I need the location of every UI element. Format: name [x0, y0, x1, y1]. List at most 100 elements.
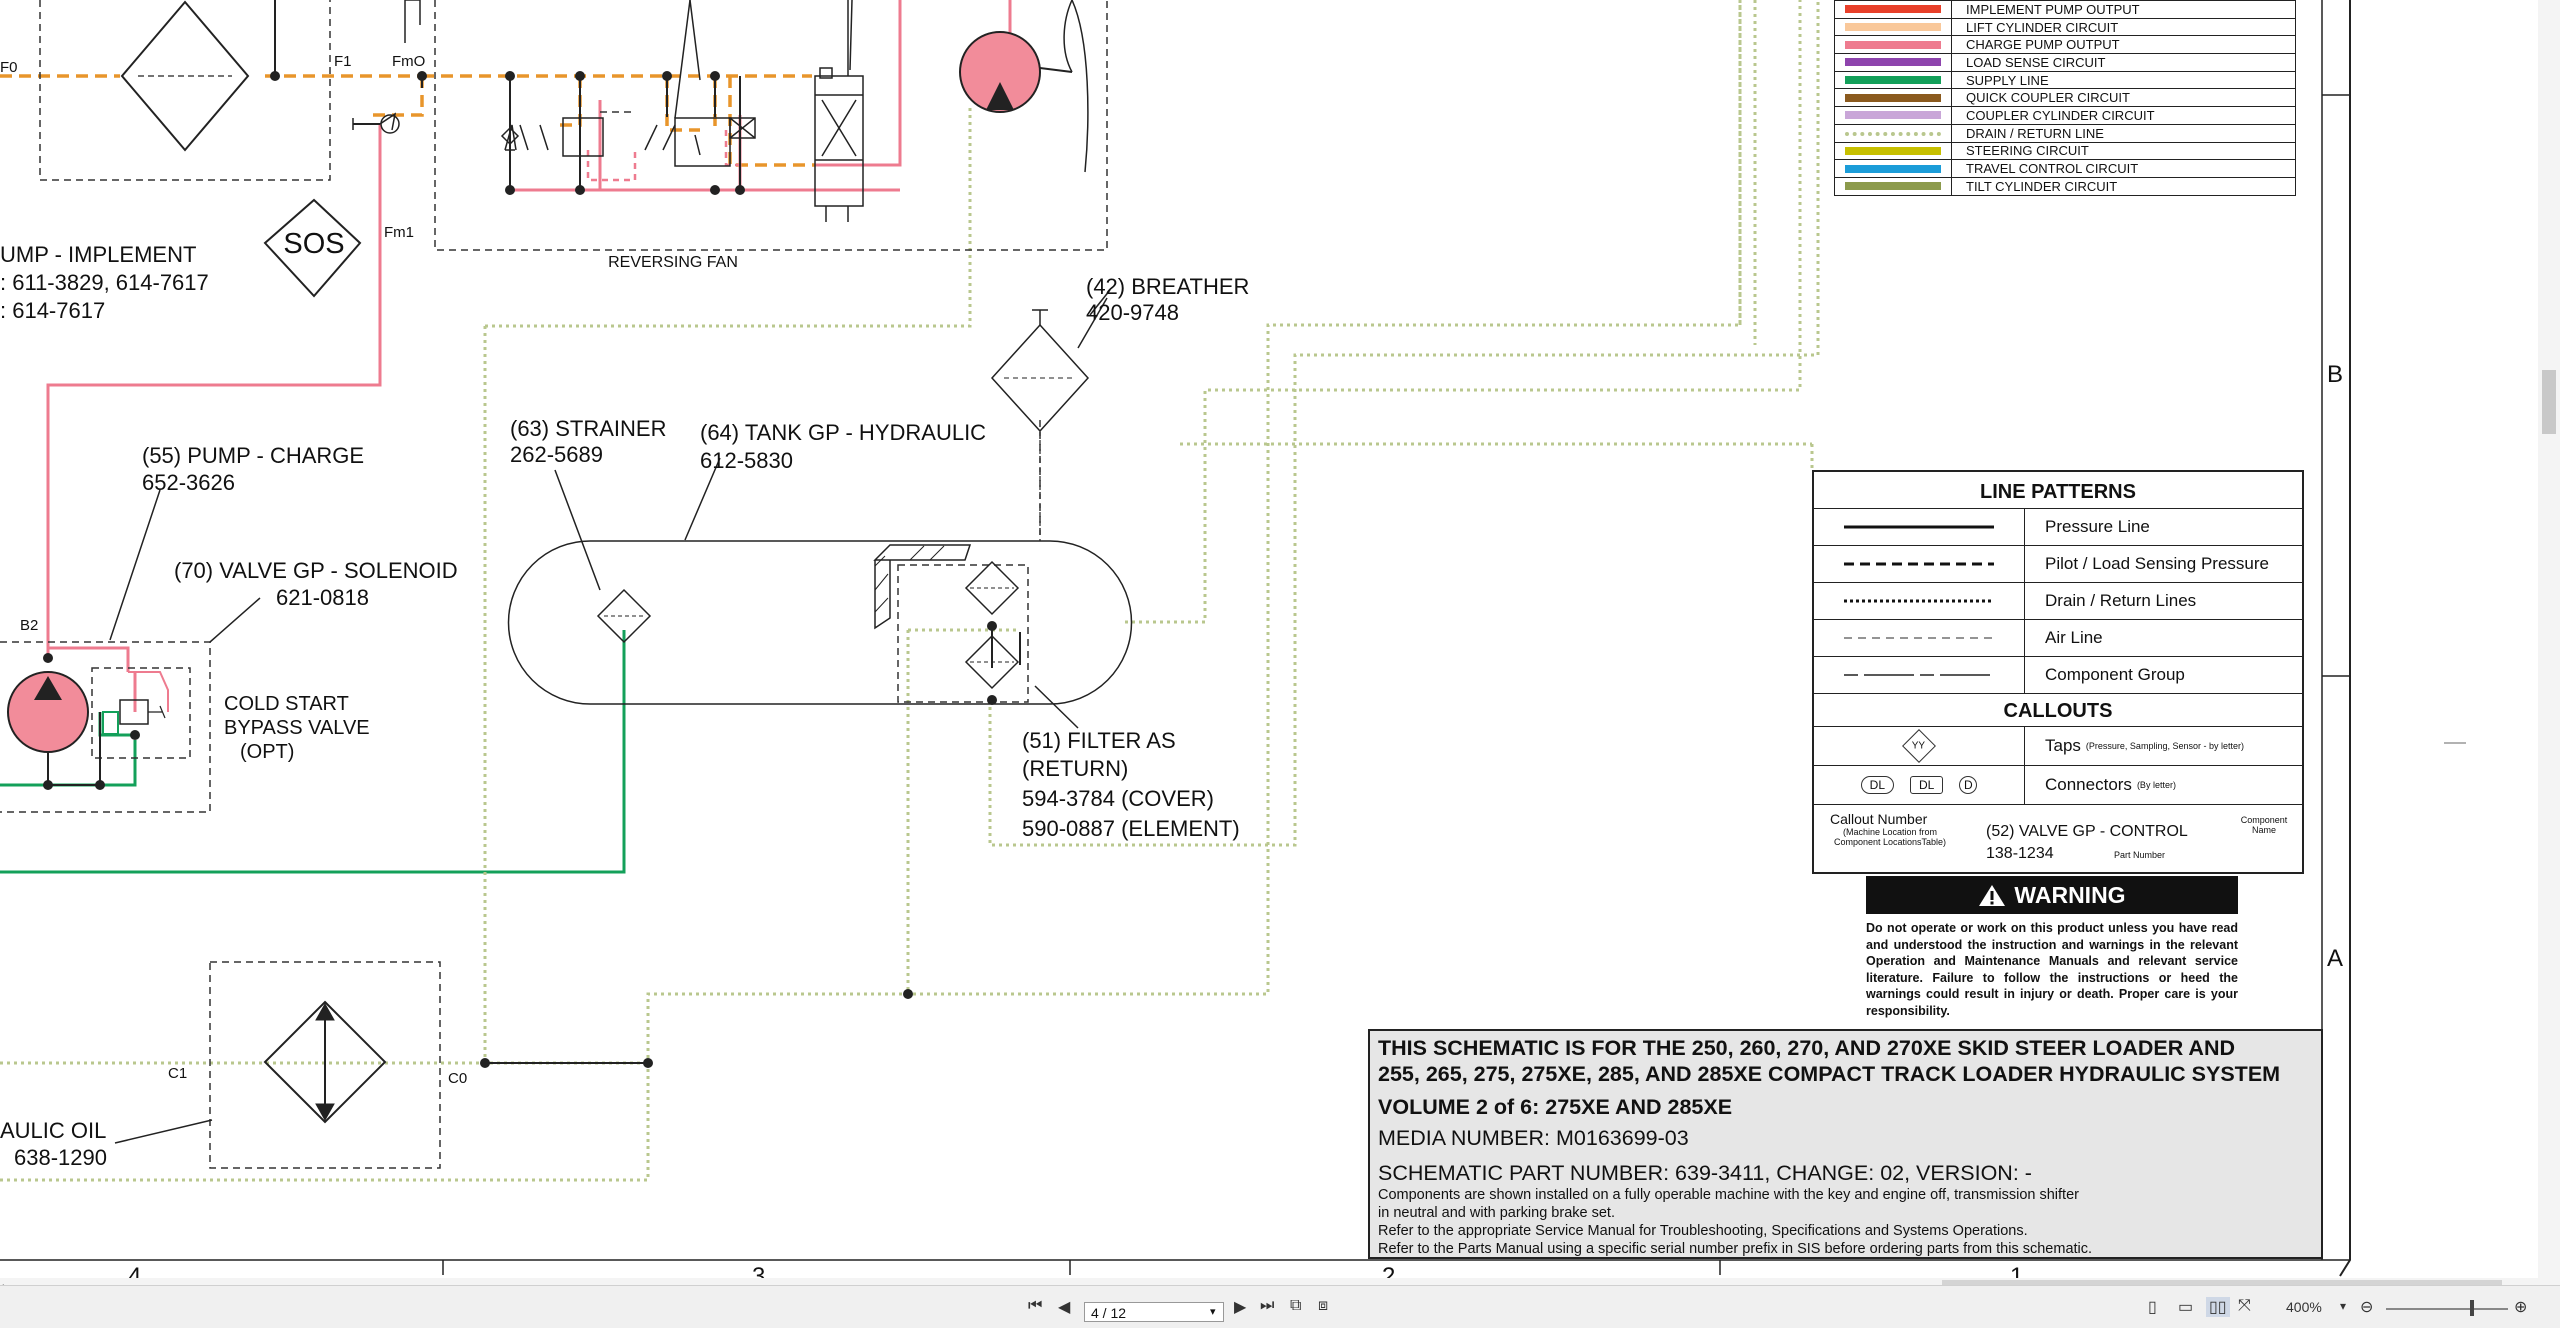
legend-row-component-group: Component Group	[1814, 657, 2302, 694]
legend-row: DRAIN / RETURN LINE	[1834, 123, 2296, 143]
vertical-scrollbar[interactable]	[2538, 0, 2560, 1278]
legend-label: SUPPLY LINE	[1951, 70, 2296, 90]
f1-label: F1	[334, 53, 352, 70]
zoom-in-icon[interactable]: ⊕	[2514, 1297, 2527, 1317]
connector-oval-icon: DL	[1860, 776, 1894, 794]
b2-label: B2	[20, 617, 38, 634]
legend-swatch	[1845, 76, 1941, 85]
zoom-out-icon[interactable]: ⊖	[2360, 1297, 2373, 1317]
strainer-label: (63) STRAINER 262-5689	[510, 416, 673, 467]
cold-start-label: COLD START BYPASS VALVE (OPT)	[224, 693, 375, 763]
breather-label: (42) BREATHER 420-9748	[1086, 274, 1256, 325]
next-page-icon[interactable]: ▶	[1234, 1297, 1246, 1317]
viewer-toolbar: ⏮ ◀ ▶ ⏭ ⧉ ⧈ ▯ ▭ ▯▯ ⤧ 400% ▾ ⊖ ⊕	[0, 1285, 2560, 1328]
legend-label: CHARGE PUMP OUTPUT	[1951, 35, 2296, 55]
legend-label: LOAD SENSE CIRCUIT	[1951, 53, 2296, 72]
title-line-2: 255, 265, 275, 275XE, 285, AND 285XE COM…	[1378, 1062, 2281, 1086]
legend-swatch	[1845, 146, 1941, 155]
valve-solenoid-label: (70) VALVE GP - SOLENOID 621-0818	[174, 558, 464, 610]
single-page-icon[interactable]: ▯	[2148, 1297, 2157, 1317]
legend-swatch	[1845, 58, 1941, 67]
title-line-1: THIS SCHEMATIC IS FOR THE 250, 260, 270,…	[1378, 1036, 2236, 1060]
two-page-icon[interactable]: ▯▯	[2206, 1297, 2230, 1317]
fm0-label: FmO	[392, 53, 425, 70]
last-page-icon[interactable]: ⏭	[1260, 1297, 1274, 1315]
page-number-input[interactable]: 4 / 12	[1084, 1302, 1224, 1322]
rotate-icon[interactable]: ⤧	[2238, 1297, 2251, 1315]
vertical-scroll-thumb[interactable]	[2542, 370, 2556, 434]
zoom-dropdown-icon[interactable]: ▾	[2340, 1299, 2346, 1313]
media-number: MEDIA NUMBER: M0163699-03	[1378, 1126, 1689, 1150]
filter-label: (51) FILTER AS (RETURN) 594-3784 (COVER)…	[1022, 728, 1240, 841]
legend-label: TRAVEL CONTROL CIRCUIT	[1951, 159, 2296, 178]
note-1: Components are shown installed on a full…	[1378, 1187, 2079, 1203]
legend-row: TILT CYLINDER CIRCUIT	[1834, 176, 2296, 196]
title-block: THIS SCHEMATIC IS FOR THE 250, 260, 270,…	[1368, 1029, 2323, 1259]
c1-label: C1	[168, 1065, 187, 1082]
legend-swatch	[1845, 23, 1941, 32]
callout-row-connectors: DL DL D Connectors (By letter)	[1814, 766, 2302, 805]
legend-label: LIFT CYLINDER CIRCUIT	[1951, 17, 2296, 37]
volume-label: VOLUME 2 of 6: 275XE AND 285XE	[1378, 1095, 1733, 1119]
tap-diamond-icon: YY	[1902, 729, 1936, 763]
zone-b-label: B	[2327, 361, 2343, 388]
zone-a-label: A	[2327, 945, 2343, 972]
prev-page-icon[interactable]: ◀	[1058, 1297, 1070, 1317]
legend-label: COUPLER CYLINDER CIRCUIT	[1951, 106, 2296, 125]
continuous-icon[interactable]: ▭	[2178, 1297, 2193, 1317]
zoom-level[interactable]: 400%	[2286, 1299, 2322, 1315]
pump-implement-label: UMP - IMPLEMENT : 611-3829, 614-7617 : 6…	[0, 242, 215, 323]
fit-width-icon[interactable]: ⧈	[1318, 1297, 1328, 1315]
legend-swatch	[1845, 164, 1941, 173]
note-4: Refer to the Parts Manual using a specif…	[1378, 1241, 2093, 1257]
legend-label: IMPLEMENT PUMP OUTPUT	[1951, 0, 2296, 19]
legend-row: LIFT CYLINDER CIRCUIT	[1834, 17, 2296, 37]
legend-row-drain: Drain / Return Lines	[1814, 583, 2302, 620]
warning-header: WARNING	[1866, 876, 2238, 914]
page-dropdown-icon[interactable]: ▾	[1210, 1305, 1216, 1318]
sos-label: SOS	[283, 228, 344, 260]
warning-triangle-icon	[1979, 885, 2006, 906]
hydraulic-oil-label: AULIC OIL 638-1290	[0, 1118, 112, 1170]
line-patterns-legend: LINE PATTERNS Pressure Line Pilot / Load…	[1812, 470, 2304, 874]
callout-row-taps: YY Taps (Pressure, Sampling, Sensor - by …	[1814, 727, 2302, 766]
legend-row: SUPPLY LINE	[1834, 70, 2296, 90]
legend-row: LOAD SENSE CIRCUIT	[1834, 53, 2296, 72]
c0-label: C0	[448, 1070, 467, 1087]
schematic-part-number: SCHEMATIC PART NUMBER: 639-3411, CHANGE:…	[1378, 1161, 2032, 1185]
legend-row: STEERING CIRCUIT	[1834, 141, 2296, 161]
f0-label: F0	[0, 59, 18, 76]
warning-box: WARNING Do not operate or work on this p…	[1866, 876, 2238, 1019]
warning-text: Do not operate or work on this product u…	[1866, 921, 2238, 1018]
first-page-icon[interactable]: ⏮	[1028, 1297, 1042, 1315]
legend-row: QUICK COUPLER CIRCUIT	[1834, 88, 2296, 108]
legend-swatch	[1845, 40, 1941, 49]
legend-row-air: Air Line	[1814, 620, 2302, 657]
fit-page-icon[interactable]: ⧉	[1290, 1297, 1301, 1315]
legend-label: QUICK COUPLER CIRCUIT	[1951, 88, 2296, 108]
legend-swatch	[1845, 132, 1941, 137]
connector-square-icon: DL	[1910, 776, 1944, 794]
line-patterns-title: LINE PATTERNS	[1814, 472, 2302, 509]
color-legend: IMPLEMENT PUMP OUTPUT LIFT CYLINDER CIRCU…	[1834, 0, 2296, 200]
legend-label: STEERING CIRCUIT	[1951, 141, 2296, 161]
connector-circle-icon: D	[1959, 776, 1978, 794]
callout-example: Callout Number (Machine Location from Co…	[1830, 811, 2288, 862]
legend-row: CHARGE PUMP OUTPUT	[1834, 35, 2296, 55]
legend-swatch	[1845, 5, 1941, 14]
tank-label: (64) TANK GP - HYDRAULIC 612-5830	[700, 420, 992, 473]
legend-swatch	[1845, 182, 1941, 191]
legend-row: COUPLER CYLINDER CIRCUIT	[1834, 106, 2296, 125]
legend-swatch	[1845, 111, 1941, 120]
legend-row: IMPLEMENT PUMP OUTPUT	[1834, 0, 2296, 19]
note-2: in neutral and with parking brake set.	[1378, 1205, 1615, 1221]
legend-swatch	[1845, 93, 1941, 102]
pump-charge-label: (55) PUMP - CHARGE 652-3626	[142, 443, 370, 495]
zoom-slider-handle[interactable]	[2470, 1300, 2474, 1316]
legend-label: DRAIN / RETURN LINE	[1951, 123, 2296, 143]
fm1-label: Fm1	[384, 224, 414, 241]
legend-row-pilot: Pilot / Load Sensing Pressure	[1814, 546, 2302, 583]
legend-row-pressure: Pressure Line	[1814, 509, 2302, 546]
reversing-fan-label: REVERSING FAN	[608, 254, 738, 271]
zoom-slider[interactable]	[2386, 1308, 2508, 1310]
